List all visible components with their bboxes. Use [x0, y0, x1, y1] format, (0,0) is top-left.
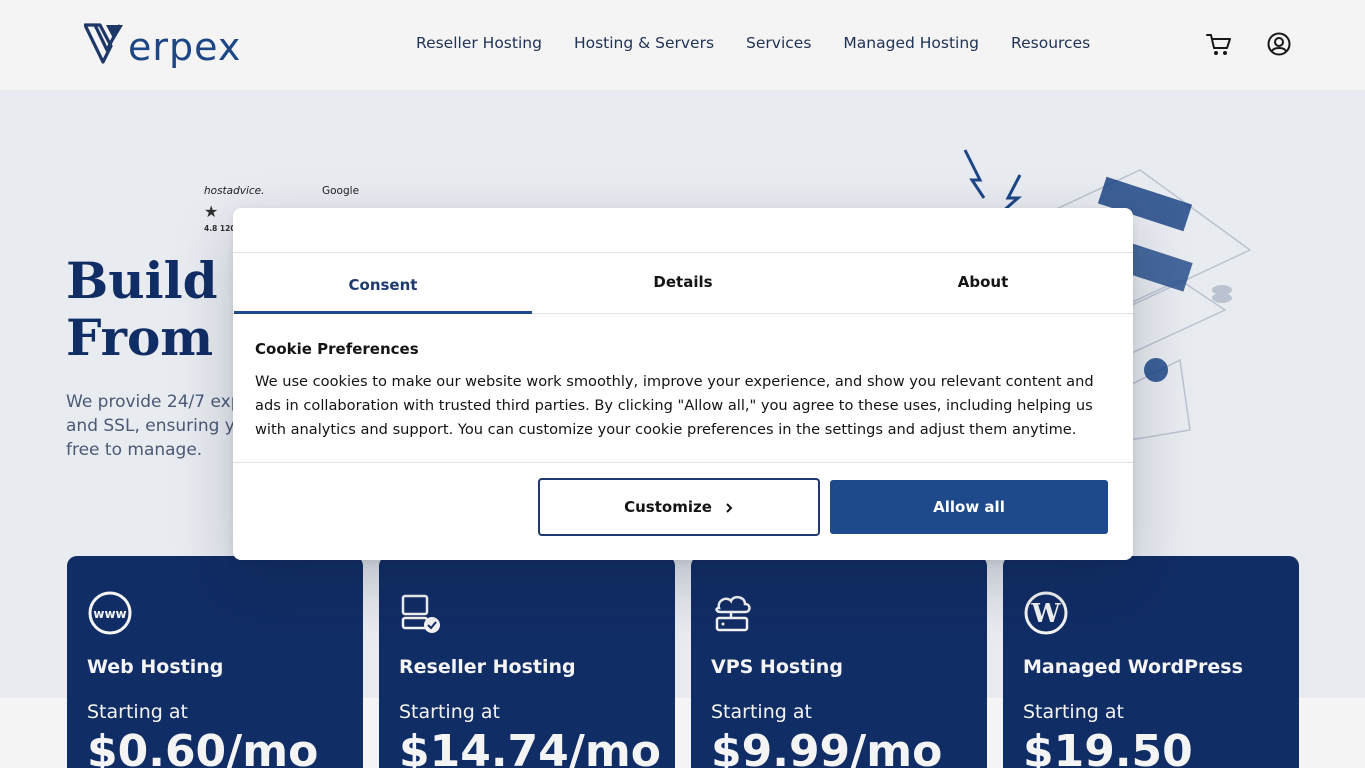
cookie-consent-dialog: Consent Details About Cookie Preferences…: [233, 208, 1133, 560]
customize-button[interactable]: Customize: [538, 478, 820, 536]
allow-all-button[interactable]: Allow all: [830, 480, 1108, 534]
dialog-tabs: Consent Details About: [233, 253, 1133, 314]
dialog-footer: Customize Allow all: [233, 462, 1133, 560]
chevron-right-icon: [724, 499, 734, 518]
tab-details[interactable]: Details: [533, 253, 833, 313]
customize-label: Customize: [624, 498, 712, 516]
dialog-body-text: We use cookies to make our website work …: [255, 373, 1094, 438]
dialog-top-bar: [233, 208, 1133, 253]
tab-about[interactable]: About: [833, 253, 1133, 313]
tab-consent[interactable]: Consent: [233, 253, 533, 314]
dialog-heading: Cookie Preferences: [255, 340, 419, 358]
